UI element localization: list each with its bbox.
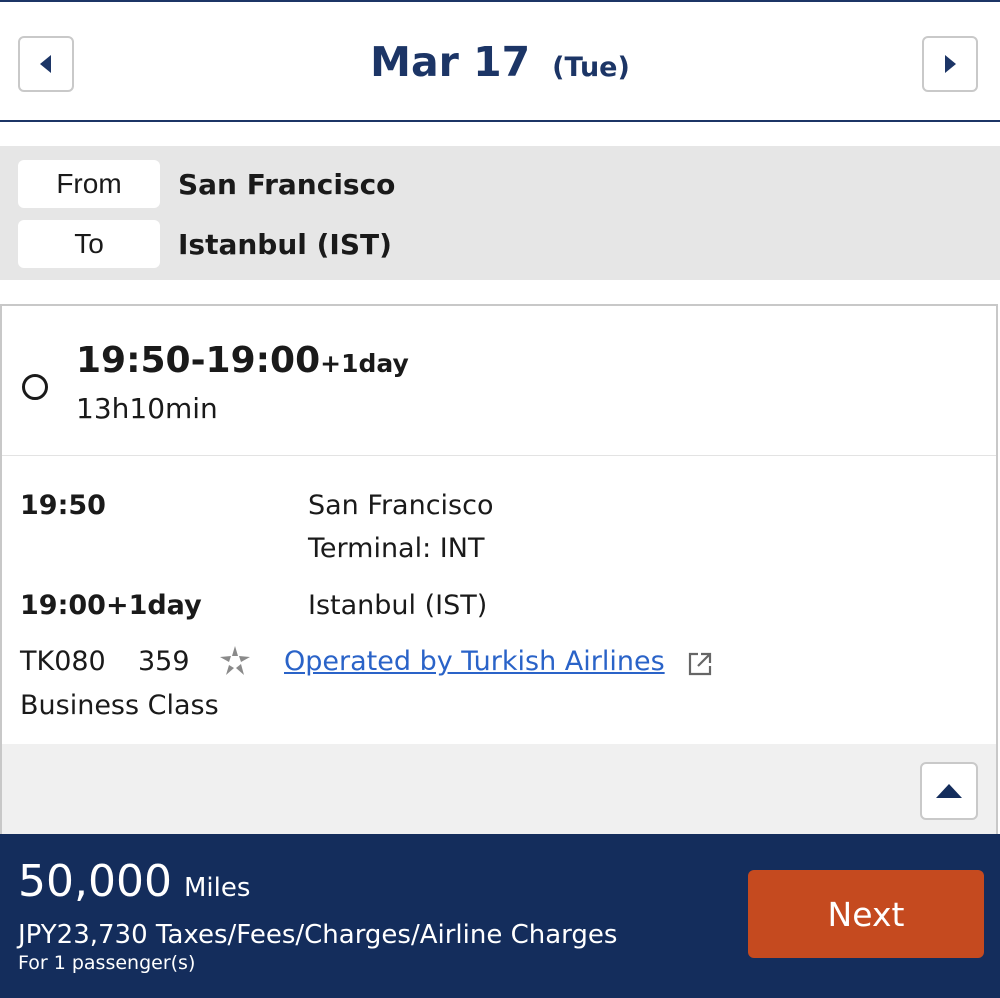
miles-value: 50,000 [18, 856, 172, 907]
flight-option-header[interactable]: 19:50-19:00+1day 13h10min [2, 306, 996, 456]
from-value: San Francisco [178, 168, 396, 201]
next-button[interactable]: Next [748, 870, 984, 958]
flight-select-radio[interactable] [22, 374, 48, 400]
route-summary: From San Francisco To Istanbul (IST) [0, 146, 1000, 280]
next-day-button[interactable] [922, 36, 978, 92]
flight-result-page: Mar 17 (Tue) From San Francisco To Istanb… [0, 0, 1000, 998]
external-link-icon [688, 652, 712, 676]
taxes-text: JPY23,730 Taxes/Fees/Charges/Airline Cha… [18, 920, 618, 950]
date-text: Mar 17 [370, 38, 531, 86]
arrival-time: 19:00+1day [20, 590, 202, 621]
collapse-details-button[interactable] [920, 762, 978, 820]
flight-time-range: 19:50-19:00+1day [76, 340, 409, 381]
caret-up-icon [936, 784, 962, 798]
flight-number: TK080 [20, 646, 106, 677]
departure-terminal: Terminal: INT [308, 533, 485, 564]
flight-duration: 13h10min [76, 392, 218, 425]
date-navigation-bar: Mar 17 (Tue) [0, 0, 1000, 122]
star-alliance-icon [220, 646, 250, 675]
operated-by-link[interactable]: Operated by Turkish Airlines [284, 646, 665, 677]
price-summary-bar: 50,000 Miles JPY23,730 Taxes/Fees/Charges… [0, 834, 1000, 998]
passenger-count-text: For 1 passenger(s) [18, 952, 196, 974]
date-title: Mar 17 (Tue) [0, 38, 1000, 86]
flight-option-card: 19:50-19:00+1day 13h10min 19:50 San Fran… [0, 304, 998, 844]
miles-total: 50,000 Miles [18, 856, 250, 907]
to-value: Istanbul (IST) [178, 228, 392, 261]
to-label: To [18, 220, 160, 268]
next-day-indicator: +1day [320, 349, 409, 378]
flight-card-footer [2, 744, 996, 844]
aircraft-type: 359 [138, 646, 190, 677]
cabin-class: Business Class [20, 690, 219, 721]
time-range-text: 19:50-19:00 [76, 340, 321, 381]
arrival-city: Istanbul (IST) [308, 590, 488, 621]
miles-unit: Miles [183, 873, 251, 903]
departure-time: 19:50 [20, 490, 106, 521]
departure-city: San Francisco [308, 490, 494, 521]
day-of-week-text: (Tue) [552, 52, 630, 83]
caret-right-icon [945, 55, 956, 73]
from-label: From [18, 160, 160, 208]
